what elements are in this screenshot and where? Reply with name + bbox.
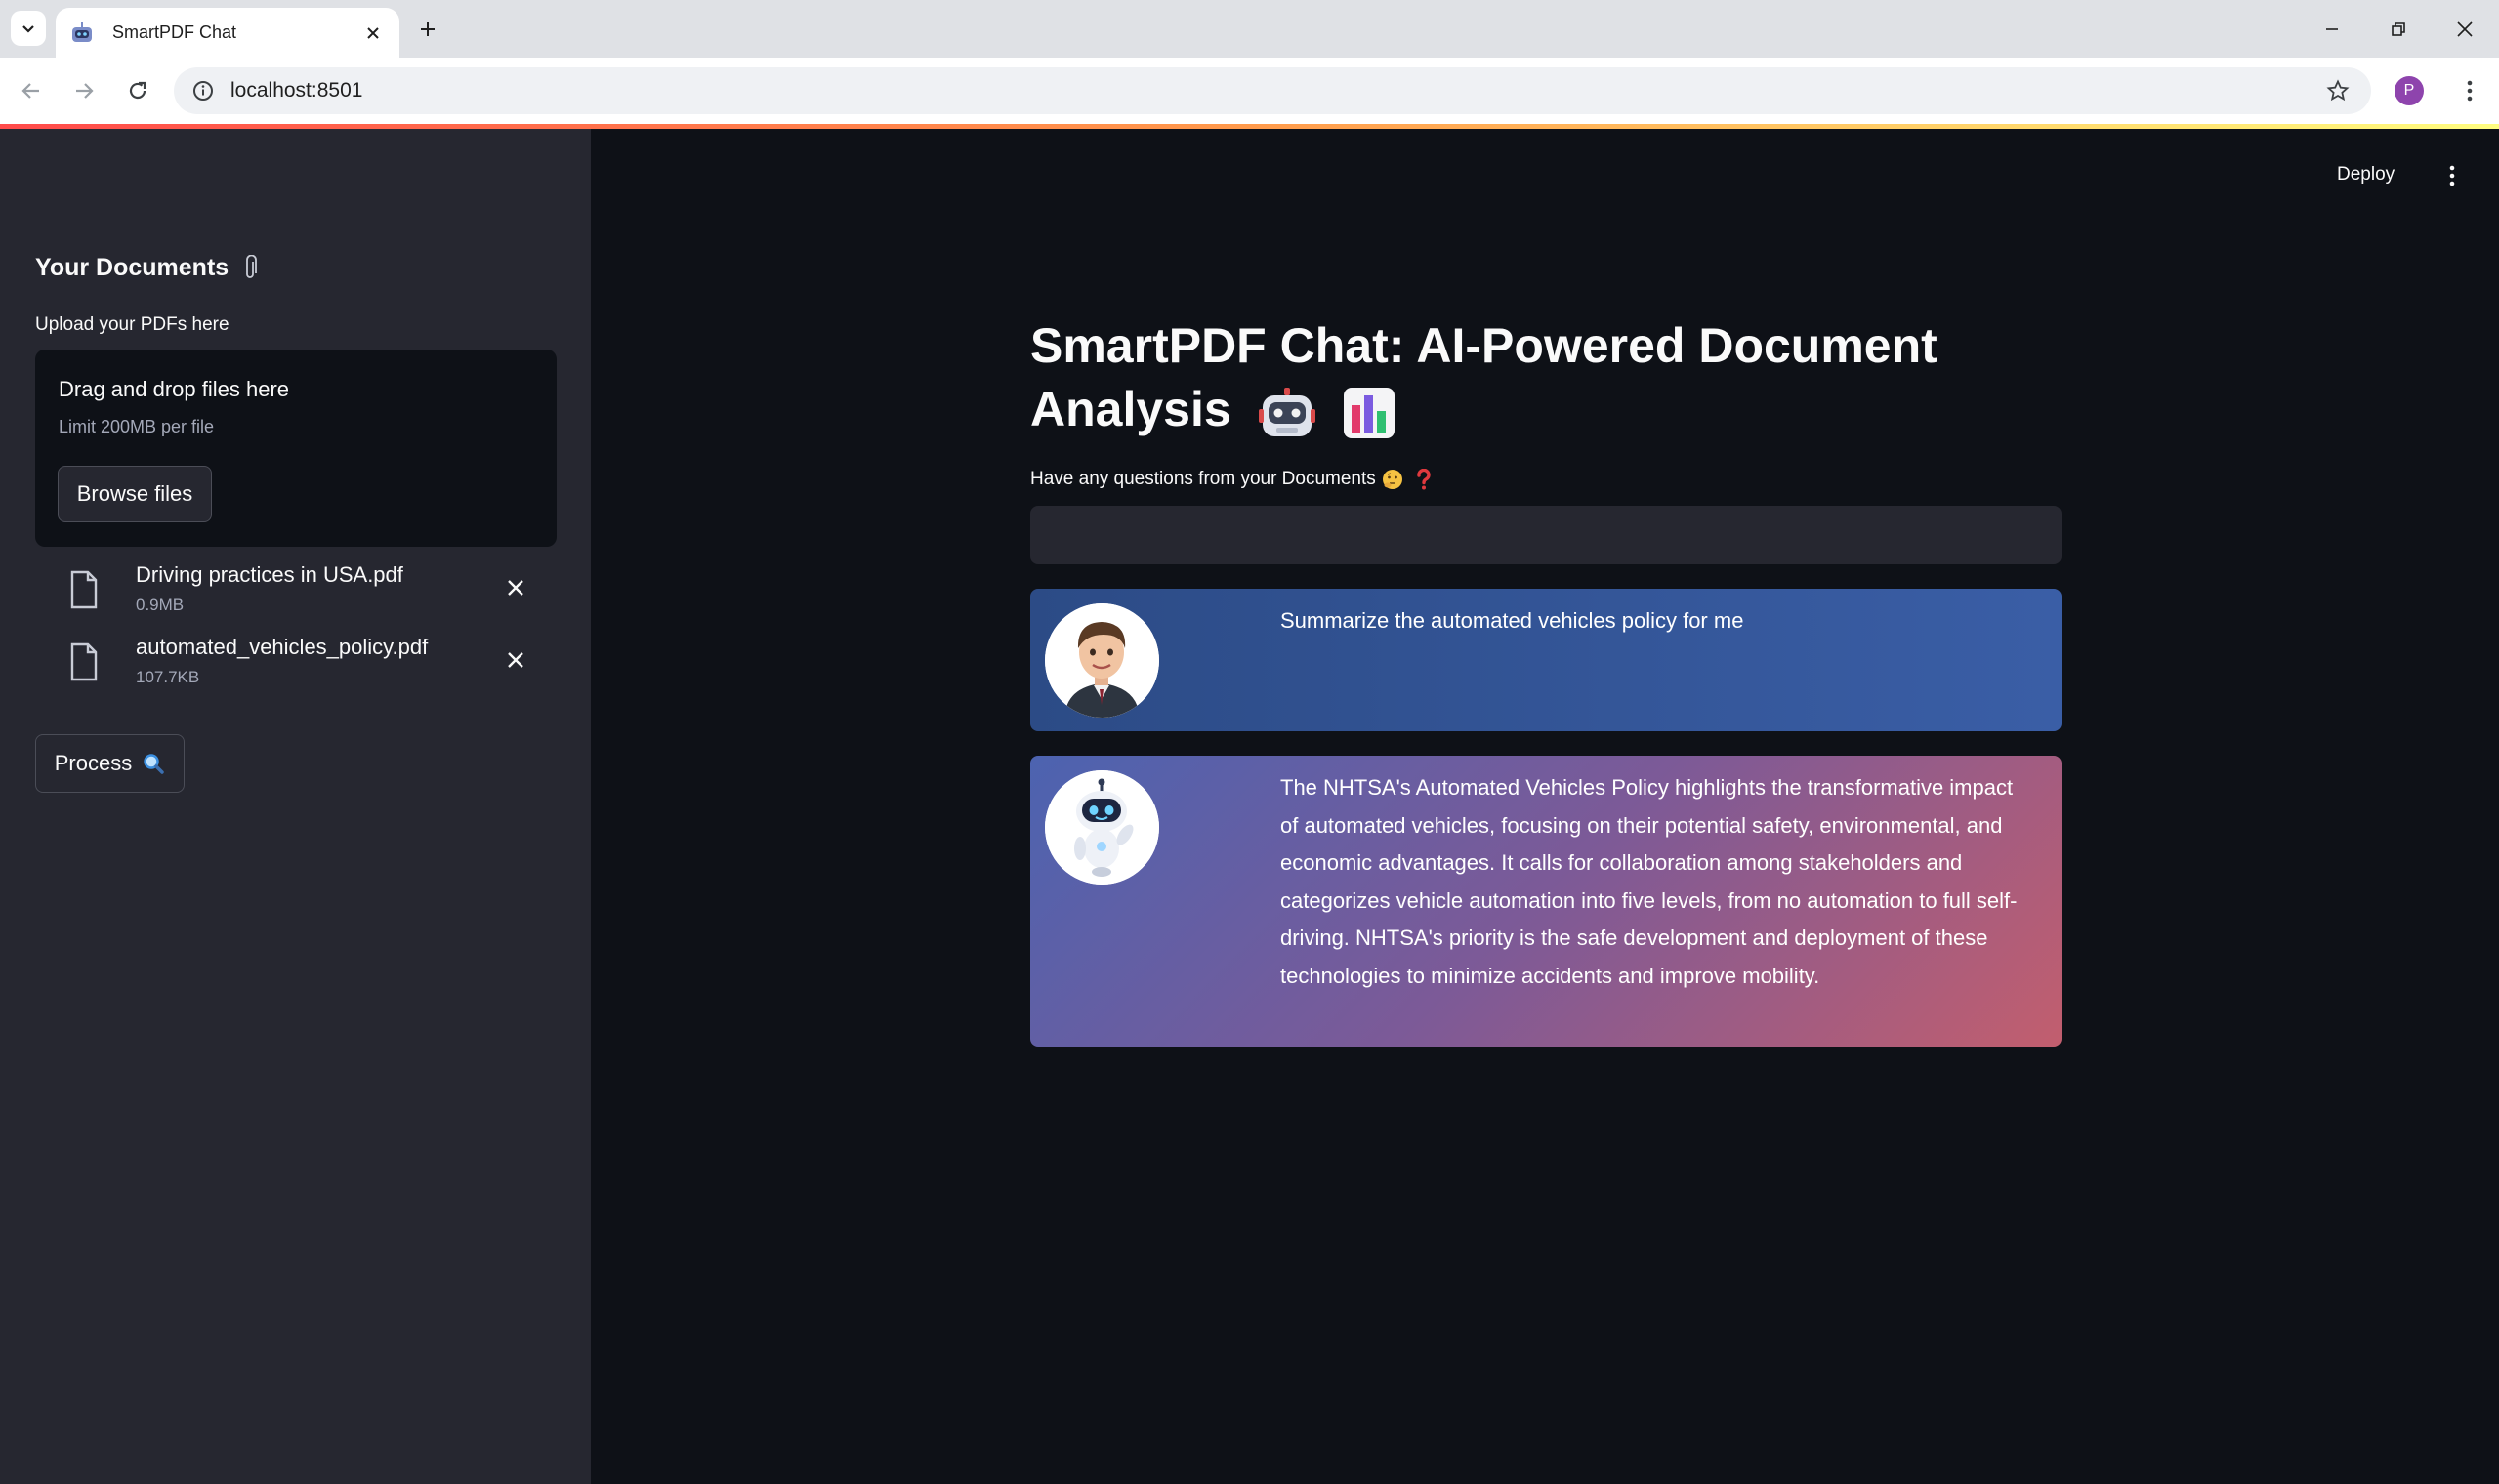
forward-arrow-icon xyxy=(76,83,94,99)
robot-favicon-icon xyxy=(72,21,92,42)
file-size: 107.7KB xyxy=(136,668,200,686)
question-mark-icon xyxy=(1417,469,1431,490)
deploy-button[interactable]: Deploy xyxy=(2337,164,2395,186)
question-input[interactable] xyxy=(1030,506,2062,564)
new-tab-button[interactable] xyxy=(412,14,443,45)
sidebar: Your Documents Upload your PDFs here Dra… xyxy=(0,129,591,1484)
page-title-line1: SmartPDF Chat: AI-Powered Document xyxy=(1030,318,1937,373)
sidebar-title: Your Documents xyxy=(35,254,258,282)
robot-emoji-icon xyxy=(1258,387,1315,436)
reload-icon xyxy=(129,81,146,100)
file-name: automated_vehicles_policy.pdf xyxy=(136,635,429,659)
file-icon xyxy=(70,642,98,681)
page-title-line2: Analysis xyxy=(1030,382,1231,436)
kebab-menu-icon xyxy=(2449,165,2455,186)
window-restore-button[interactable] xyxy=(2383,14,2414,45)
back-button[interactable] xyxy=(14,73,49,108)
file-name: Driving practices in USA.pdf xyxy=(136,562,403,587)
back-arrow-icon xyxy=(21,83,39,99)
kebab-menu-icon xyxy=(2467,80,2473,102)
url-text: localhost:8501 xyxy=(230,79,363,102)
message-text: The NHTSA's Automated Vehicles Policy hi… xyxy=(1280,775,2018,988)
browse-files-button[interactable]: Browse files xyxy=(58,466,212,522)
upload-label: Upload your PDFs here xyxy=(35,314,229,335)
sidebar-title-text: Your Documents xyxy=(35,254,229,281)
close-icon xyxy=(508,652,523,668)
uploaded-file-row: automated_vehicles_policy.pdf 107.7KB xyxy=(35,631,557,695)
close-icon xyxy=(508,580,523,596)
question-label-text: Have any questions from your Documents xyxy=(1030,469,1376,489)
bot-avatar-icon xyxy=(1045,770,1159,885)
star-icon xyxy=(2326,79,2350,102)
tab-title: SmartPDF Chat xyxy=(112,22,237,42)
address-bar[interactable]: localhost:8501 xyxy=(174,67,2371,114)
message-text: Summarize the automated vehicles policy … xyxy=(1280,608,1744,633)
thinking-face-icon xyxy=(1382,470,1402,489)
reload-button[interactable] xyxy=(120,73,155,108)
minimize-icon xyxy=(2326,28,2338,30)
magnifier-icon xyxy=(144,754,164,774)
site-info-button[interactable] xyxy=(189,77,217,104)
chat-message-bot: The NHTSA's Automated Vehicles Policy hi… xyxy=(1030,756,2062,1047)
main-area: Deploy SmartPDF Chat: AI-Powered Documen… xyxy=(591,129,2499,1484)
user-avatar-icon xyxy=(1045,603,1159,718)
plus-icon xyxy=(421,22,435,36)
browser-menu-button[interactable] xyxy=(2452,73,2487,108)
file-dropzone[interactable]: Drag and drop files here Limit 200MB per… xyxy=(35,350,557,547)
question-label: Have any questions from your Documents xyxy=(1030,469,1435,490)
close-icon xyxy=(2457,21,2473,37)
bar-chart-emoji-icon xyxy=(1344,387,1395,438)
dropzone-limit: Limit 200MB per file xyxy=(59,417,215,436)
restore-icon xyxy=(2392,22,2405,36)
user-avatar xyxy=(1045,603,1159,718)
dropzone-title: Drag and drop files here xyxy=(59,377,290,401)
browser-toolbar: localhost:8501 P xyxy=(0,58,2499,124)
chat-message-user: Summarize the automated vehicles policy … xyxy=(1030,589,2062,731)
process-button-label: Process xyxy=(54,751,133,775)
file-size: 0.9MB xyxy=(136,596,185,614)
remove-file-button[interactable] xyxy=(500,572,531,603)
bot-avatar xyxy=(1045,770,1159,885)
bookmark-star-button[interactable] xyxy=(2318,71,2357,110)
remove-file-button[interactable] xyxy=(500,644,531,676)
tab-list-icon xyxy=(22,25,34,33)
close-icon xyxy=(367,26,379,39)
window-close-button[interactable] xyxy=(2449,14,2480,45)
main-menu-button[interactable] xyxy=(2440,164,2464,187)
process-button[interactable]: Process xyxy=(35,734,185,793)
browser-tab-smartpdf[interactable]: SmartPDF Chat xyxy=(56,8,399,58)
forward-button[interactable] xyxy=(66,73,102,108)
tab-list-button[interactable] xyxy=(11,11,46,46)
profile-avatar[interactable]: P xyxy=(2395,76,2424,105)
uploaded-file-row: Driving practices in USA.pdf 0.9MB xyxy=(35,558,557,623)
paperclip-icon xyxy=(246,254,258,278)
file-icon xyxy=(70,570,98,609)
window-minimize-button[interactable] xyxy=(2316,14,2348,45)
tab-close-button[interactable] xyxy=(360,21,386,46)
browser-tabstrip: SmartPDF Chat xyxy=(0,0,2499,58)
info-icon xyxy=(193,81,213,101)
page-title: SmartPDF Chat: AI-Powered Document Analy… xyxy=(1030,314,2062,441)
